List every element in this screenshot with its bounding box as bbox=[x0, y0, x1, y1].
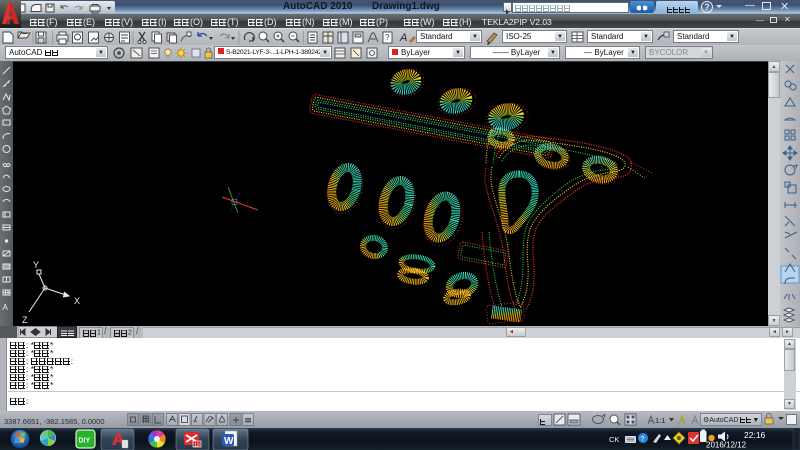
svg-text:?: ? bbox=[385, 33, 390, 42]
svg-text:Y: Y bbox=[33, 260, 39, 270]
svg-text:X: X bbox=[74, 296, 80, 306]
svg-text:2016/12/12: 2016/12/12 bbox=[706, 441, 747, 450]
svg-text:DIY: DIY bbox=[79, 438, 91, 445]
svg-text:A: A bbox=[3, 303, 9, 312]
svg-text:10: 10 bbox=[194, 443, 200, 449]
svg-text:22:16: 22:16 bbox=[744, 430, 766, 440]
svg-text:W: W bbox=[224, 436, 234, 447]
svg-text:Z: Z bbox=[22, 315, 28, 325]
svg-text:A: A bbox=[399, 32, 407, 44]
svg-text:CK: CK bbox=[609, 435, 619, 444]
svg-text:?: ? bbox=[641, 436, 645, 443]
svg-text:1:1: 1:1 bbox=[655, 416, 665, 425]
